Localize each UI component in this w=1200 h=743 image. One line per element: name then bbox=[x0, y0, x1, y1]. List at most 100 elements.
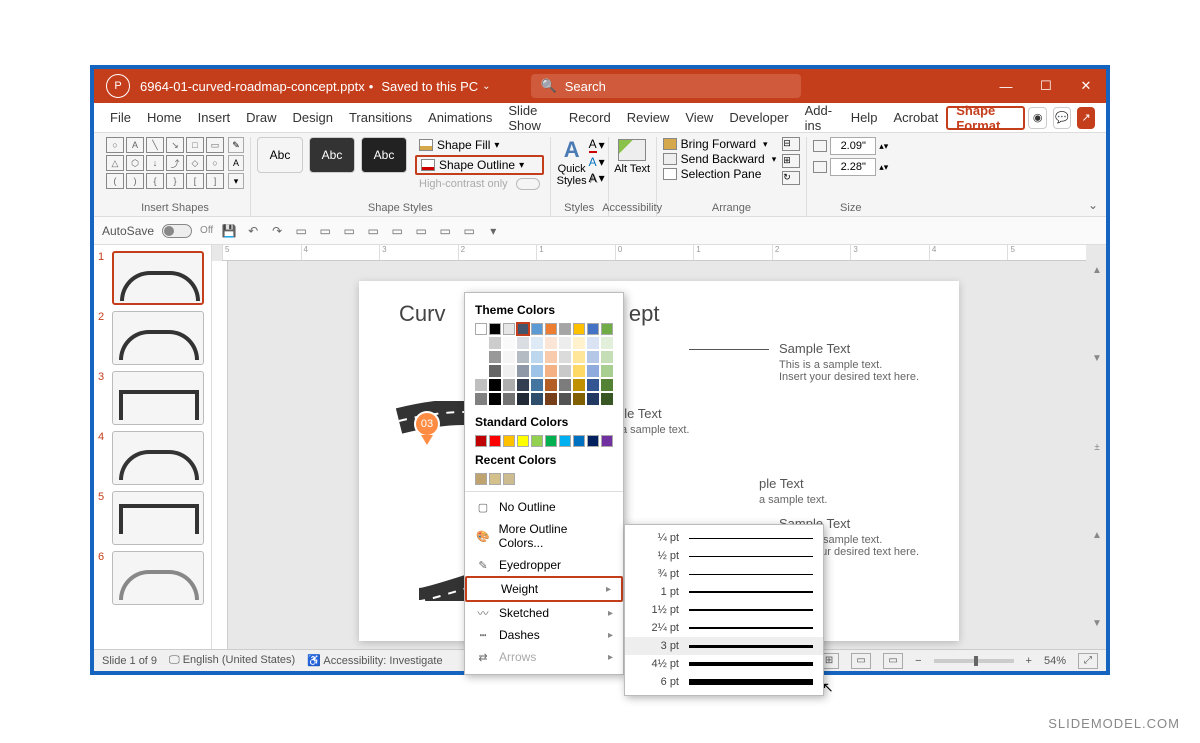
shape-style-gallery[interactable]: Abc Abc Abc bbox=[257, 137, 407, 191]
tab-slideshow[interactable]: Slide Show bbox=[500, 103, 560, 133]
color-swatch[interactable] bbox=[503, 351, 515, 363]
color-swatch[interactable] bbox=[545, 435, 557, 447]
redo-icon[interactable]: ↷ bbox=[269, 223, 285, 239]
color-swatch[interactable] bbox=[475, 379, 487, 391]
tab-file[interactable]: File bbox=[102, 103, 139, 133]
color-swatch[interactable] bbox=[545, 379, 557, 391]
tab-animations[interactable]: Animations bbox=[420, 103, 500, 133]
tab-view[interactable]: View bbox=[677, 103, 721, 133]
color-swatch[interactable] bbox=[503, 323, 515, 335]
selection-pane-button[interactable]: Selection Pane bbox=[663, 167, 777, 181]
qat-icon[interactable]: ▭ bbox=[437, 223, 453, 239]
color-swatch[interactable] bbox=[475, 435, 487, 447]
reading-view-button[interactable]: ▭ bbox=[851, 653, 871, 669]
no-outline-item[interactable]: ▢ No Outline bbox=[465, 496, 623, 518]
shape-more-icon[interactable]: ▾ bbox=[228, 173, 244, 189]
color-swatch[interactable] bbox=[503, 435, 515, 447]
save-status[interactable]: Saved to this PC bbox=[381, 79, 478, 94]
align-button[interactable]: ⊟ bbox=[782, 137, 800, 151]
shape-gallery[interactable]: ○A╲↘□▭ △⬡↓⤴◇○ (){}[] bbox=[106, 137, 224, 191]
color-swatch[interactable] bbox=[573, 323, 585, 335]
color-swatch[interactable] bbox=[601, 323, 613, 335]
color-swatch[interactable] bbox=[503, 473, 515, 485]
color-swatch[interactable] bbox=[489, 365, 501, 377]
color-swatch[interactable] bbox=[587, 435, 599, 447]
text-fill-button[interactable]: A▾ bbox=[589, 137, 605, 153]
color-swatch[interactable] bbox=[573, 337, 585, 349]
color-swatch[interactable] bbox=[573, 435, 585, 447]
color-swatch[interactable] bbox=[503, 337, 515, 349]
sketched-item[interactable]: 〰 Sketched ▸ bbox=[465, 602, 623, 624]
color-swatch[interactable] bbox=[489, 337, 501, 349]
color-swatch[interactable] bbox=[587, 351, 599, 363]
color-swatch[interactable] bbox=[559, 379, 571, 391]
weight-option[interactable]: ¾ pt bbox=[625, 565, 823, 583]
color-swatch[interactable] bbox=[601, 365, 613, 377]
tab-insert[interactable]: Insert bbox=[190, 103, 239, 133]
qat-icon[interactable]: ▭ bbox=[317, 223, 333, 239]
thumbnail-4[interactable]: 4 bbox=[98, 431, 207, 485]
recent-colors-row[interactable] bbox=[465, 473, 623, 487]
weight-option[interactable]: 4½ pt bbox=[625, 655, 823, 673]
color-swatch[interactable] bbox=[475, 323, 487, 335]
zoom-slider[interactable] bbox=[934, 659, 1014, 663]
color-swatch[interactable] bbox=[531, 337, 543, 349]
color-swatch[interactable] bbox=[559, 323, 571, 335]
fit-to-window-button[interactable]: ⤢ bbox=[1078, 653, 1098, 669]
send-backward-button[interactable]: Send Backward▾ bbox=[663, 152, 777, 166]
shape-textbox-icon[interactable]: A bbox=[228, 155, 244, 171]
color-swatch[interactable] bbox=[559, 393, 571, 405]
color-swatch[interactable] bbox=[587, 337, 599, 349]
tab-design[interactable]: Design bbox=[285, 103, 341, 133]
weight-option[interactable]: ¼ pt bbox=[625, 529, 823, 547]
tab-shape-format[interactable]: Shape Format bbox=[946, 106, 1025, 130]
color-swatch[interactable] bbox=[573, 365, 585, 377]
qat-icon[interactable]: ▭ bbox=[365, 223, 381, 239]
shape-outline-button[interactable]: Shape Outline ▾ bbox=[415, 155, 544, 175]
color-swatch[interactable] bbox=[489, 435, 501, 447]
shape-edit-icon[interactable]: ✎ bbox=[228, 137, 244, 153]
color-swatch[interactable] bbox=[489, 379, 501, 391]
tab-help[interactable]: Help bbox=[843, 103, 886, 133]
color-swatch[interactable] bbox=[475, 351, 487, 363]
qat-icon[interactable]: ▭ bbox=[461, 223, 477, 239]
color-swatch[interactable] bbox=[601, 393, 613, 405]
thumbnail-5[interactable]: 5 bbox=[98, 491, 207, 545]
color-swatch[interactable] bbox=[517, 351, 529, 363]
weight-option[interactable]: 1 pt bbox=[625, 583, 823, 601]
weight-option[interactable]: 6 pt bbox=[625, 673, 823, 691]
shape-fill-button[interactable]: Shape Fill ▾ bbox=[415, 137, 544, 153]
color-swatch[interactable] bbox=[503, 379, 515, 391]
color-swatch[interactable] bbox=[587, 323, 599, 335]
color-swatch[interactable] bbox=[503, 393, 515, 405]
share-button[interactable]: ↗ bbox=[1077, 107, 1095, 129]
text-outline-button[interactable]: A▾ bbox=[589, 155, 605, 169]
color-swatch[interactable] bbox=[587, 379, 599, 391]
color-swatch[interactable] bbox=[517, 365, 529, 377]
standard-colors-row[interactable] bbox=[465, 435, 623, 449]
accessibility-status[interactable]: ♿ Accessibility: Investigate bbox=[307, 654, 442, 667]
color-swatch[interactable] bbox=[531, 379, 543, 391]
color-swatch[interactable] bbox=[601, 351, 613, 363]
color-swatch[interactable] bbox=[559, 337, 571, 349]
tab-home[interactable]: Home bbox=[139, 103, 190, 133]
color-swatch[interactable] bbox=[531, 435, 543, 447]
more-outline-colors-item[interactable]: 🎨 More Outline Colors... bbox=[465, 518, 623, 554]
qat-more-icon[interactable]: ▾ bbox=[485, 223, 501, 239]
color-swatch[interactable] bbox=[573, 379, 585, 391]
color-swatch[interactable] bbox=[545, 393, 557, 405]
tab-developer[interactable]: Developer bbox=[721, 103, 796, 133]
vertical-scrollbar[interactable]: ▲▼±▲▼ bbox=[1090, 265, 1104, 629]
collapse-ribbon-icon[interactable]: ⌄ bbox=[1088, 198, 1098, 212]
color-swatch[interactable] bbox=[559, 435, 571, 447]
color-swatch[interactable] bbox=[545, 337, 557, 349]
tab-acrobat[interactable]: Acrobat bbox=[885, 103, 946, 133]
minimize-button[interactable]: — bbox=[986, 69, 1026, 103]
style-preview-2[interactable]: Abc bbox=[309, 137, 355, 173]
autosave-toggle[interactable] bbox=[162, 224, 192, 238]
color-swatch[interactable] bbox=[531, 323, 543, 335]
color-swatch[interactable] bbox=[601, 337, 613, 349]
color-swatch[interactable] bbox=[545, 323, 557, 335]
qat-icon[interactable]: ▭ bbox=[293, 223, 309, 239]
theme-color-shades[interactable] bbox=[465, 337, 623, 411]
